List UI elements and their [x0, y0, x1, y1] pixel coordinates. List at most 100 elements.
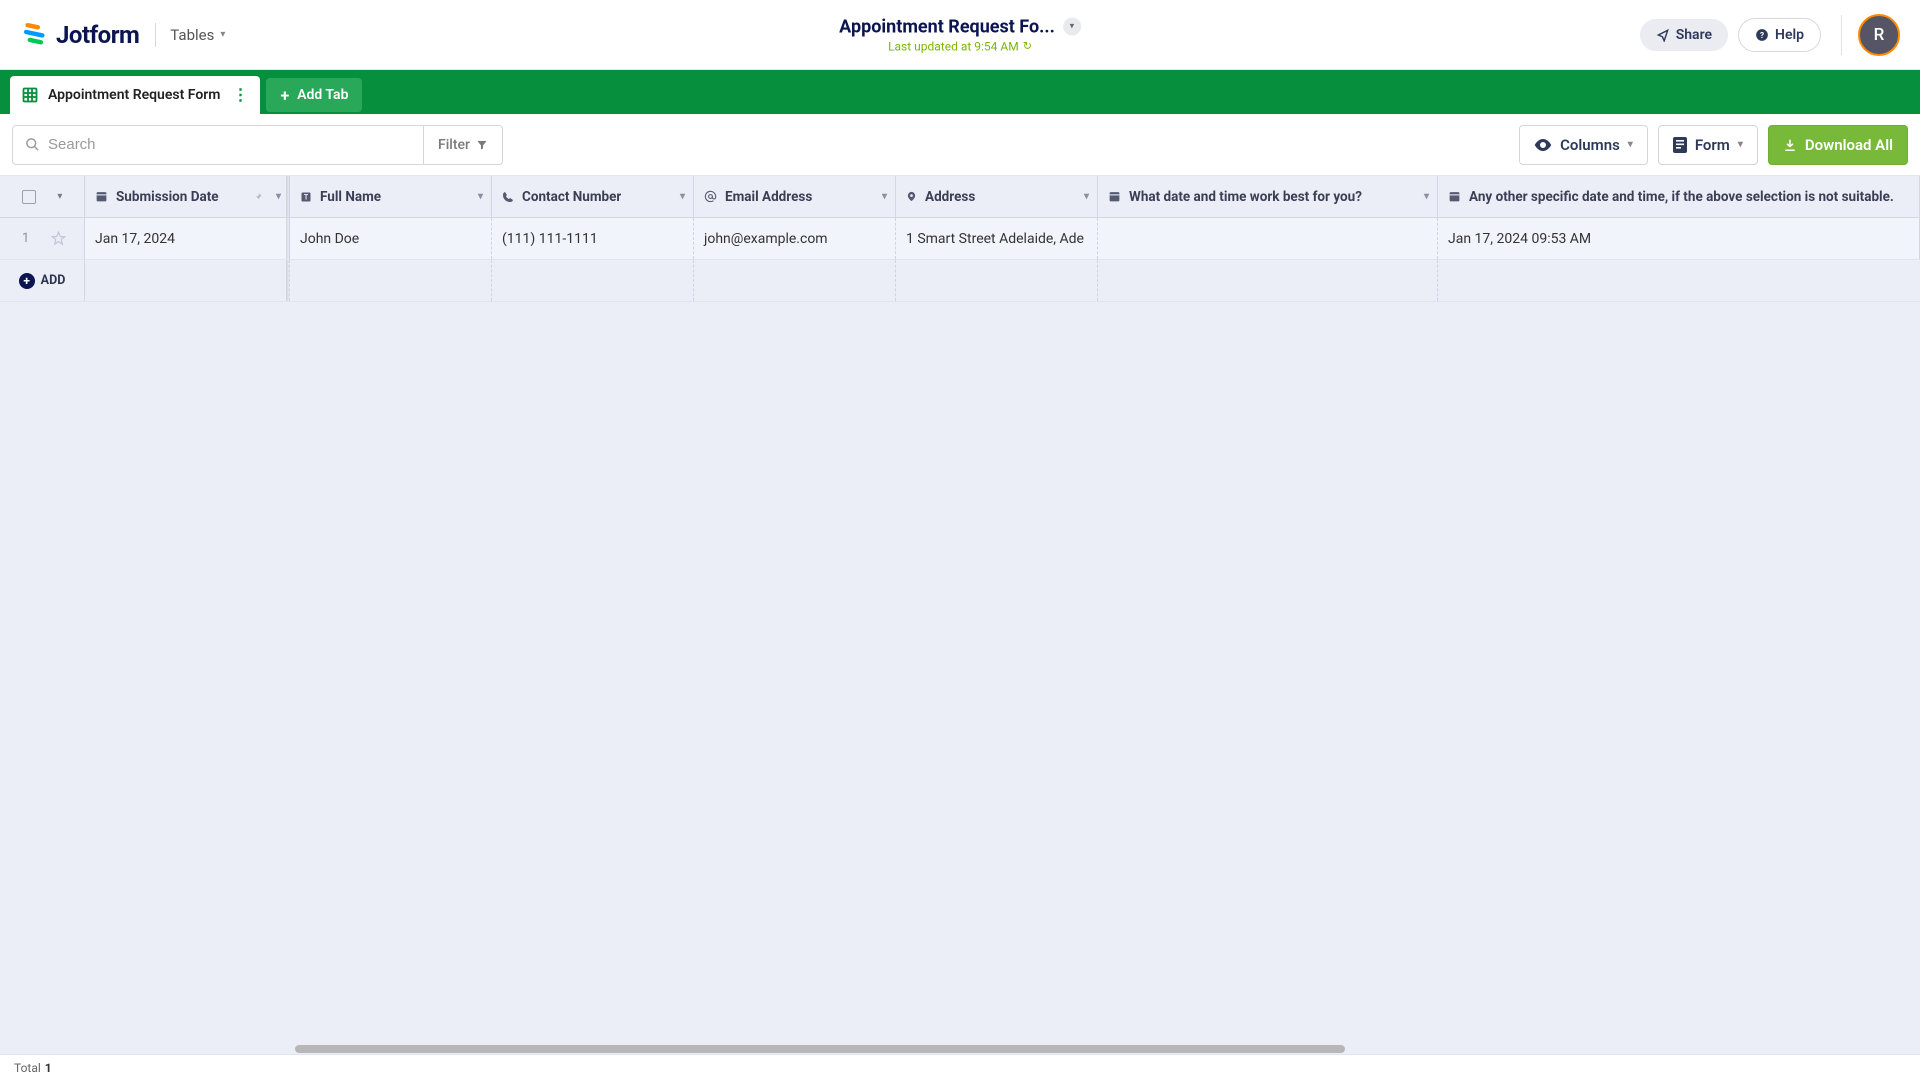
- header-title-block: Appointment Request Fo... ▾ Last updated…: [839, 16, 1081, 53]
- header-actions: Share ? Help R: [1640, 14, 1900, 56]
- status-footer: Total 1: [0, 1054, 1920, 1080]
- share-icon: [1656, 28, 1670, 42]
- search-input[interactable]: [48, 136, 411, 153]
- chevron-down-icon[interactable]: ▾: [680, 191, 685, 202]
- chevron-down-icon[interactable]: ▾: [478, 191, 483, 202]
- app-header: Jotform Tables ▾ Appointment Request Fo.…: [0, 0, 1920, 70]
- tab-appointment-request-form[interactable]: Appointment Request Form ⋮: [10, 76, 260, 114]
- user-avatar[interactable]: R: [1858, 14, 1900, 56]
- column-other-datetime[interactable]: Any other specific date and time, if the…: [1438, 176, 1920, 217]
- column-headers: ▾ Submission Date ▾ T Full Name ▾ Contac…: [0, 176, 1920, 218]
- last-updated: Last updated at 9:54 AM ↻: [888, 39, 1032, 53]
- product-mode-label: Tables: [170, 26, 214, 44]
- download-icon: [1783, 138, 1797, 152]
- chevron-down-icon: ▾: [1738, 139, 1743, 150]
- column-label: What date and time work best for you?: [1129, 189, 1362, 205]
- total-count: 1: [45, 1061, 52, 1075]
- share-button[interactable]: Share: [1640, 19, 1728, 51]
- columns-button[interactable]: Columns ▾: [1519, 125, 1648, 165]
- form-button[interactable]: Form ▾: [1658, 125, 1758, 165]
- jotform-logo-icon: [20, 21, 48, 49]
- column-contact-number[interactable]: Contact Number ▾: [492, 176, 694, 217]
- chevron-down-icon[interactable]: ▾: [1084, 191, 1089, 202]
- cell-address[interactable]: 1 Smart Street Adelaide, Ade: [896, 218, 1098, 259]
- table-icon: [22, 87, 38, 103]
- calendar-icon: [1448, 190, 1461, 203]
- column-address[interactable]: Address ▾: [896, 176, 1098, 217]
- at-icon: [704, 190, 717, 203]
- column-label: Full Name: [320, 189, 381, 205]
- filter-button[interactable]: Filter: [424, 125, 503, 165]
- empty-cell: [896, 260, 1098, 301]
- brand-name: Jotform: [56, 21, 139, 49]
- row-gutter[interactable]: 1: [0, 218, 85, 259]
- search-icon: [25, 137, 40, 152]
- cell-full-name[interactable]: John Doe: [290, 218, 492, 259]
- product-mode-selector[interactable]: Tables ▾: [170, 26, 225, 44]
- location-icon: [906, 190, 917, 203]
- form-title-row[interactable]: Appointment Request Fo... ▾: [839, 16, 1081, 37]
- add-row[interactable]: + ADD: [0, 260, 1920, 302]
- column-preferred-datetime[interactable]: What date and time work best for you? ▾: [1098, 176, 1438, 217]
- svg-text:?: ?: [1760, 29, 1764, 39]
- add-tab-label: Add Tab: [297, 87, 348, 103]
- chevron-down-icon[interactable]: ▾: [276, 191, 281, 202]
- calendar-icon: [1108, 190, 1121, 203]
- filter-icon: [476, 139, 488, 151]
- cell-other-datetime[interactable]: Jan 17, 2024 09:53 AM: [1438, 218, 1920, 259]
- data-grid: ▾ Submission Date ▾ T Full Name ▾ Contac…: [0, 176, 1920, 302]
- download-all-button[interactable]: Download All: [1768, 125, 1908, 165]
- table-toolbar: Filter Columns ▾ Form ▾ Download All: [0, 114, 1920, 176]
- tab-more-icon[interactable]: ⋮: [230, 87, 248, 103]
- form-label: Form: [1695, 136, 1730, 154]
- column-full-name[interactable]: T Full Name ▾: [290, 176, 492, 217]
- help-icon: ?: [1755, 28, 1769, 42]
- refresh-icon[interactable]: ↻: [1023, 40, 1032, 53]
- table-rows: 1 Jan 17, 2024 John Doe (111) 111-1111 j…: [0, 218, 1920, 302]
- add-tab-button[interactable]: + Add Tab: [266, 78, 362, 112]
- tab-strip: Appointment Request Form ⋮ + Add Tab: [0, 70, 1920, 114]
- horizontal-scrollbar-thumb[interactable]: [295, 1045, 1345, 1053]
- avatar-initial: R: [1874, 25, 1885, 45]
- chevron-down-icon[interactable]: ▾: [57, 191, 62, 202]
- column-email[interactable]: Email Address ▾: [694, 176, 896, 217]
- cell-preferred-datetime[interactable]: [1098, 218, 1438, 259]
- filter-label: Filter: [438, 137, 470, 153]
- cell-submission-date[interactable]: Jan 17, 2024: [85, 218, 290, 259]
- star-icon[interactable]: [51, 231, 66, 246]
- column-label: Email Address: [725, 189, 812, 205]
- tab-label: Appointment Request Form: [48, 87, 220, 103]
- column-submission-date[interactable]: Submission Date ▾: [85, 176, 290, 217]
- help-button[interactable]: ? Help: [1738, 18, 1821, 52]
- cell-email[interactable]: john@example.com: [694, 218, 896, 259]
- svg-text:T: T: [304, 193, 309, 201]
- add-row-button[interactable]: + ADD: [0, 260, 85, 301]
- empty-cell: [290, 260, 492, 301]
- chevron-down-icon: ▾: [1063, 18, 1081, 36]
- empty-cell: [1438, 260, 1920, 301]
- brand-logo[interactable]: Jotform: [20, 21, 139, 49]
- divider: [1841, 15, 1842, 55]
- select-all-gutter[interactable]: ▾: [0, 176, 85, 217]
- form-title: Appointment Request Fo...: [839, 16, 1055, 37]
- plus-icon: +: [280, 86, 289, 105]
- chevron-down-icon: ▾: [220, 29, 225, 40]
- chevron-down-icon[interactable]: ▾: [1424, 191, 1429, 202]
- pin-icon[interactable]: [253, 191, 263, 203]
- text-icon: T: [300, 191, 312, 203]
- table-row[interactable]: 1 Jan 17, 2024 John Doe (111) 111-1111 j…: [0, 218, 1920, 260]
- chevron-down-icon[interactable]: ▾: [882, 191, 887, 202]
- calendar-icon: [95, 190, 108, 203]
- empty-cell: [1098, 260, 1438, 301]
- column-label: Any other specific date and time, if the…: [1469, 189, 1894, 205]
- column-label: Submission Date: [116, 189, 219, 205]
- share-label: Share: [1676, 27, 1712, 43]
- form-icon: [1673, 137, 1687, 153]
- empty-cell: [492, 260, 694, 301]
- checkbox-icon[interactable]: [22, 190, 36, 204]
- cell-contact-number[interactable]: (111) 111-1111: [492, 218, 694, 259]
- horizontal-scrollbar-track[interactable]: [85, 1044, 1920, 1054]
- phone-icon: [502, 191, 514, 203]
- search-field-wrap[interactable]: [12, 125, 424, 165]
- divider: [155, 23, 156, 47]
